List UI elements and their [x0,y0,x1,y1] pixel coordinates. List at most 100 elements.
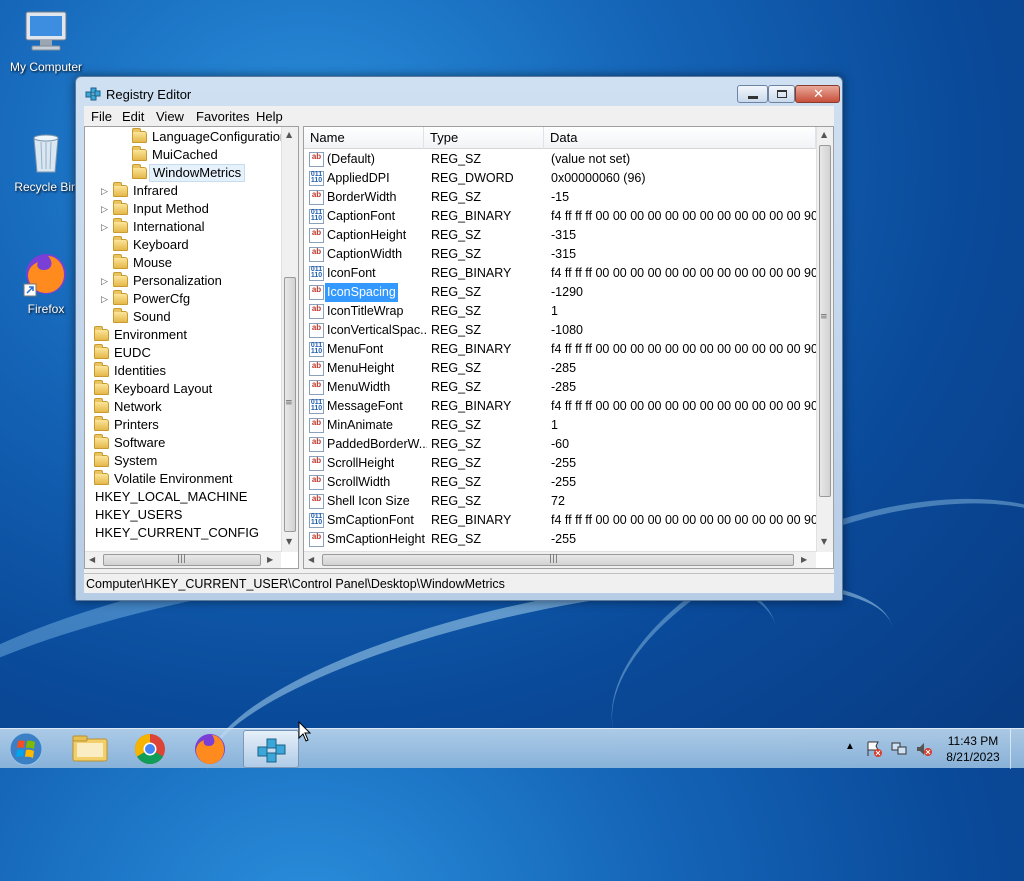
minimize-button[interactable] [737,85,768,103]
tree-item[interactable]: Keyboard Layout [85,380,281,398]
menu-help[interactable]: Help [256,109,283,124]
list-horizontal-scrollbar[interactable]: ◀ ||| ▶ [304,551,816,568]
tree-item[interactable]: ▷ Personalization [85,272,281,290]
scroll-up-icon[interactable]: ▲ [821,130,827,139]
tree-item[interactable]: ▷ International [85,218,281,236]
scroll-up-icon[interactable]: ▲ [286,130,292,139]
tree-item[interactable]: System [85,452,281,470]
start-button[interactable] [6,731,46,767]
desktop-icon-my-computer[interactable]: My Computer [0,8,92,74]
volume-muted-icon[interactable] [915,740,933,758]
value-row[interactable]: ab MenuWidth REG_SZ -285 [304,378,816,397]
tree-item[interactable]: HKEY_LOCAL_MACHINE [85,488,281,506]
scroll-down-icon[interactable]: ▼ [821,537,827,546]
expand-arrow-icon[interactable]: ▷ [101,290,108,308]
tree-item[interactable]: LanguageConfiguration [85,128,287,146]
tree-item[interactable]: ▷ Input Method [85,200,281,218]
close-icon: ✕ [813,87,824,102]
expand-arrow-icon[interactable]: ▷ [101,218,108,236]
show-desktop-button[interactable] [1010,729,1024,769]
scroll-left-icon[interactable]: ◀ [308,555,314,564]
tree-item[interactable]: Network [85,398,281,416]
grip-icon: ≡ [820,312,828,322]
tree-item-label: LanguageConfiguration [152,129,288,144]
maximize-button[interactable] [768,85,795,103]
network-icon[interactable] [890,740,908,758]
tree-item-label: Sound [133,309,171,324]
value-row[interactable]: 011 110 SmCaptionFont REG_BINARY f4 ff ff ff… [304,511,816,530]
column-header-type[interactable]: Type [424,127,544,149]
value-row[interactable]: ab Shell Icon Size REG_SZ 72 [304,492,816,511]
action-center-icon[interactable] [865,740,883,758]
menu-favorites[interactable]: Favorites [196,109,249,124]
value-row[interactable]: ab ScrollWidth REG_SZ -255 [304,473,816,492]
list-vertical-scrollbar[interactable]: ▲ ≡ ▼ [816,127,833,552]
value-row[interactable]: 011 110 AppliedDPI REG_DWORD 0x00000060 (96) [304,169,816,188]
value-row[interactable]: 011 110 IconFont REG_BINARY f4 ff ff ff 00 0… [304,264,816,283]
value-row[interactable]: ab (Default) REG_SZ (value not set) [304,150,816,169]
value-type: REG_SZ [431,323,482,337]
expand-arrow-icon[interactable]: ▷ [101,182,108,200]
folder-icon [113,218,128,233]
minimize-icon [748,96,758,99]
tree-item[interactable]: MuiCached [85,146,281,164]
scroll-down-icon[interactable]: ▼ [286,537,292,546]
clock[interactable]: 11:43 PM 8/21/2023 [936,733,1010,773]
value-row[interactable]: ab BorderWidth REG_SZ -15 [304,188,816,207]
title-bar[interactable]: Registry Editor ✕ [76,77,842,107]
tree-item[interactable]: Volatile Environment [85,470,281,488]
column-header-data[interactable]: Data [544,127,816,149]
scroll-right-icon[interactable]: ▶ [801,555,807,564]
expand-arrow-icon[interactable]: ▷ [101,272,108,290]
tree-item[interactable]: Printers [85,416,281,434]
folder-icon [132,128,147,143]
scroll-right-icon[interactable]: ▶ [267,555,273,564]
expand-arrow-icon[interactable]: ▷ [101,200,108,218]
column-header-name[interactable]: Name [304,127,424,149]
tree-horizontal-scrollbar[interactable]: ◀ ||| ▶ [85,551,281,568]
taskbar-explorer[interactable] [62,730,118,768]
tree-item[interactable]: Mouse [85,254,281,272]
value-row[interactable]: ab PaddedBorderW... REG_SZ -60 [304,435,816,454]
tree-vertical-scrollbar[interactable]: ▲ ≡ ▼ [281,127,298,552]
value-row[interactable]: ab IconTitleWrap REG_SZ 1 [304,302,816,321]
tree-item[interactable]: Software [85,434,281,452]
value-row[interactable]: 011 110 CaptionFont REG_BINARY f4 ff ff ff 0… [304,207,816,226]
menu-edit[interactable]: Edit [122,109,144,124]
tree-item[interactable]: ▷ Infrared [85,182,281,200]
value-row[interactable]: ab ScrollHeight REG_SZ -255 [304,454,816,473]
tree-item[interactable]: HKEY_USERS [85,506,281,524]
value-row[interactable]: 011 110 MessageFont REG_BINARY f4 ff ff ff 0… [304,397,816,416]
menu-view[interactable]: View [156,109,184,124]
value-row[interactable]: ab SmCaptionHeight REG_SZ -255 [304,530,816,549]
tree-item[interactable]: HKEY_CURRENT_CONFIG [85,524,281,542]
value-row[interactable]: ab MenuHeight REG_SZ -285 [304,359,816,378]
scroll-left-icon[interactable]: ◀ [89,555,95,564]
tree-item-label: WindowMetrics [149,164,246,182]
tree-item-selected[interactable]: WindowMetrics [85,164,281,182]
value-type: REG_BINARY [431,209,512,223]
taskbar-registry-editor[interactable] [243,730,299,768]
value-row[interactable]: 011 110 MenuFont REG_BINARY f4 ff ff ff 00 0… [304,340,816,359]
tree-item[interactable]: EUDC [85,344,281,362]
tree-item[interactable]: Keyboard [85,236,281,254]
value-name: IconSpacing [325,283,398,302]
close-button[interactable]: ✕ [795,85,840,103]
taskbar-chrome[interactable] [122,730,178,768]
value-row[interactable]: ab CaptionWidth REG_SZ -315 [304,245,816,264]
value-row[interactable]: ab CaptionHeight REG_SZ -315 [304,226,816,245]
tree-item[interactable]: Environment [85,326,281,344]
windows-logo-icon [9,732,43,766]
taskbar-firefox[interactable] [182,730,238,768]
menu-file[interactable]: File [91,109,112,124]
tree-item[interactable]: Sound [85,308,281,326]
value-name: IconFont [327,266,376,280]
tree-item[interactable]: Identities [85,362,281,380]
string-value-icon: ab [309,304,324,319]
value-row[interactable]: ab IconVerticalSpac... REG_SZ -1080 [304,321,816,340]
tree-item[interactable]: ▷ PowerCfg [85,290,281,308]
show-hidden-icons-icon[interactable]: ▲ [845,741,855,752]
value-row-selected[interactable]: ab IconSpacing REG_SZ -1290 [304,283,816,302]
value-row[interactable]: ab MinAnimate REG_SZ 1 [304,416,816,435]
value-type: REG_SZ [431,494,482,508]
